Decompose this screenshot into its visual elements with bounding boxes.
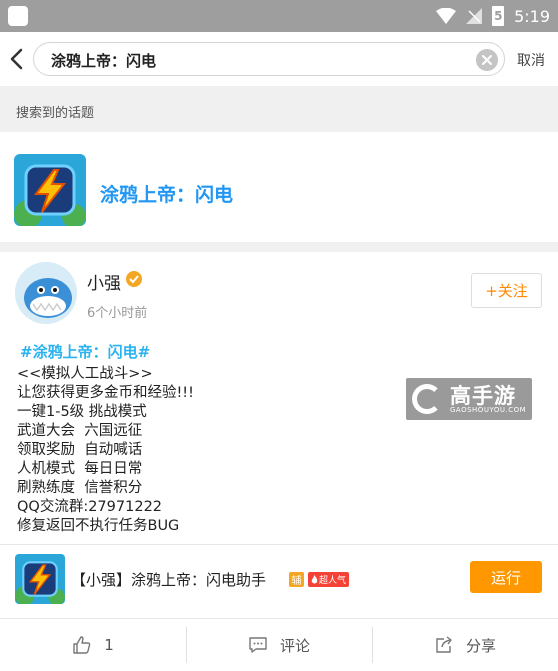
fire-icon bbox=[311, 575, 318, 584]
battery-icon: 5 bbox=[492, 6, 505, 26]
post-line: 一键1-5级 挑战模式 bbox=[17, 404, 147, 420]
post-line: 修复返回不执行任务BUG bbox=[17, 518, 180, 534]
status-bar: 5 5:19 bbox=[0, 0, 558, 32]
watermark-subtitle: GAOSHOUYOU.COM bbox=[450, 406, 527, 414]
share-button[interactable]: 分享 bbox=[372, 619, 558, 671]
topic-title[interactable]: 涂鸦上帝：闪电 bbox=[100, 180, 233, 207]
section-title: 搜索到的话题 bbox=[16, 106, 95, 121]
hashtag-link[interactable]: #涂鸦上帝：闪电# bbox=[20, 341, 150, 362]
assist-badge: 辅 bbox=[289, 572, 304, 587]
share-label: 分享 bbox=[465, 636, 496, 655]
cancel-button[interactable]: 取消 bbox=[517, 50, 545, 70]
comment-icon bbox=[249, 637, 267, 653]
avatar[interactable] bbox=[15, 262, 77, 324]
search-bar: 涂鸦上帝：闪电 取消 bbox=[0, 32, 558, 86]
action-bar: 1 评论 分享 bbox=[0, 618, 558, 671]
share-icon bbox=[436, 636, 452, 653]
topic-result[interactable]: 涂鸦上帝：闪电 bbox=[0, 132, 558, 242]
app-icon bbox=[15, 554, 65, 604]
run-button[interactable]: 运行 bbox=[470, 561, 542, 593]
post-card: 小强 6个小时前 +关注 #涂鸦上帝：闪电# <<模拟人工战斗>> 让您获得更多… bbox=[0, 252, 558, 671]
section-header: 搜索到的话题 bbox=[0, 86, 558, 132]
wifi-icon bbox=[436, 8, 457, 24]
follow-button[interactable]: +关注 bbox=[471, 273, 542, 308]
popular-badge: 超人气 bbox=[308, 572, 350, 587]
post-time: 6个小时前 bbox=[87, 306, 148, 321]
thumbs-up-icon bbox=[73, 636, 91, 654]
app-row[interactable]: 【小强】涂鸦上帝：闪电助手 辅 超人气 运行 bbox=[0, 546, 558, 618]
comment-button[interactable]: 评论 bbox=[186, 619, 372, 671]
post-line: 领取奖励 自动喊话 bbox=[17, 442, 143, 458]
username[interactable]: 小强 bbox=[87, 269, 121, 294]
post-line: 人机模式 每日日常 bbox=[17, 461, 143, 477]
clock: 5:19 bbox=[514, 6, 550, 26]
notification-icon bbox=[8, 6, 28, 26]
status-icons: 5 5:19 bbox=[436, 0, 550, 32]
post-line: 武道大会 六国远征 bbox=[17, 423, 143, 439]
post-line: 让您获得更多金币和经验!!! bbox=[17, 385, 194, 401]
divider bbox=[0, 544, 558, 545]
like-button[interactable]: 1 bbox=[0, 619, 186, 671]
back-arrow-icon[interactable] bbox=[6, 46, 28, 72]
watermark-logo: 高手游 GAOSHOUYOU.COM bbox=[406, 378, 532, 420]
game-icon bbox=[14, 154, 86, 226]
verified-icon bbox=[126, 271, 142, 287]
popular-badge-label: 超人气 bbox=[319, 576, 347, 586]
app-name: 【小强】涂鸦上帝：闪电助手 bbox=[71, 571, 267, 589]
clear-icon[interactable] bbox=[476, 49, 498, 71]
post-line: <<模拟人工战斗>> bbox=[17, 366, 153, 382]
search-query: 涂鸦上帝：闪电 bbox=[51, 52, 157, 70]
search-input[interactable]: 涂鸦上帝：闪电 bbox=[33, 42, 505, 76]
signal-icon bbox=[466, 8, 483, 24]
post-line: 刷熟练度 信誉积分 bbox=[17, 480, 143, 496]
post-line: QQ交流群:27971222 bbox=[17, 499, 163, 515]
like-count: 1 bbox=[104, 636, 114, 654]
post-body: <<模拟人工战斗>> 让您获得更多金币和经验!!! 一键1-5级 挑战模式 武道… bbox=[17, 365, 397, 536]
comment-label: 评论 bbox=[279, 636, 310, 655]
watermark-g-icon bbox=[412, 384, 442, 414]
